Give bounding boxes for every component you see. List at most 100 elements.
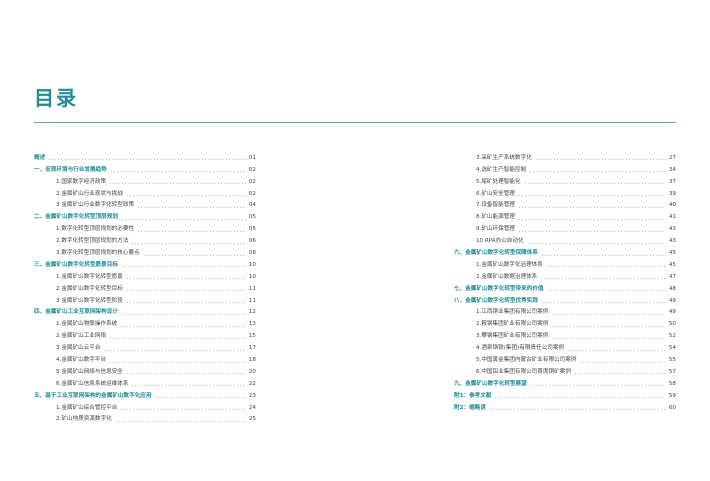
toc-subsection-entry[interactable]: 5.尾矿处理智能化 37 bbox=[454, 174, 676, 186]
toc-page-number: 52 bbox=[668, 333, 676, 340]
toc-subsection-entry[interactable]: 1.金属矿山数字化转型愿景 10 bbox=[34, 269, 256, 281]
toc-entry-label: 一、宏观环境与行业发展趋势 bbox=[34, 166, 107, 173]
toc-entry-label: 2.金属矿山工业网络 bbox=[56, 333, 107, 340]
toc-subsection-entry[interactable]: 2.矿山地质资源数字化 25 bbox=[34, 412, 256, 424]
toc-page-number: 02 bbox=[248, 178, 256, 185]
toc-entry-label: 1.金属矿山数字化治理体系 bbox=[476, 261, 543, 268]
toc-entry-label: 七、金属矿山数字化转型带来的价值 bbox=[454, 285, 544, 292]
toc-page-number: 20 bbox=[248, 368, 256, 375]
toc-section-entry[interactable]: 四、金属矿山工业互联网架构设计 12 bbox=[34, 305, 256, 317]
toc-subsection-entry[interactable]: 6.金属矿山信息系统运维体系 22 bbox=[34, 376, 256, 388]
toc-subsection-entry[interactable]: 1.金属矿山物联操作系统 13 bbox=[34, 316, 256, 328]
toc-entry-label: 1.金属矿山物联操作系统 bbox=[56, 321, 118, 328]
toc-entry-label: 六、金属矿山数字化转型保障体系 bbox=[454, 250, 538, 257]
toc-subsection-entry[interactable]: 9.矿山环保管理 43 bbox=[454, 221, 676, 233]
dot-leader bbox=[125, 373, 246, 375]
dot-leader bbox=[120, 313, 246, 315]
dot-leader bbox=[494, 397, 666, 399]
toc-subsection-entry[interactable]: 2.金属矿山行业现状与挑战 02 bbox=[34, 186, 256, 198]
toc-entry-label: 1.金属矿山综合管控平台 bbox=[56, 404, 118, 411]
dot-leader bbox=[120, 218, 246, 220]
toc-page-number: 08 bbox=[248, 250, 256, 257]
toc-subsection-entry[interactable]: 1.金属矿山数字化治理体系 45 bbox=[454, 257, 676, 269]
toc-subsection-entry[interactable]: 1.江西铜业集团有限公司案例 49 bbox=[454, 305, 676, 317]
toc-section-entry[interactable]: 概述 01 bbox=[34, 150, 256, 162]
toc-page-number: 23 bbox=[248, 392, 256, 399]
page-title: 目录 bbox=[34, 86, 78, 110]
dot-leader bbox=[523, 183, 666, 185]
toc-subsection-entry[interactable]: 4.酒泉钢铁(集团)有限责任公司案例 54 bbox=[454, 340, 676, 352]
dot-leader bbox=[125, 290, 246, 292]
toc-subsection-entry[interactable]: 2.鞍钢集团矿业有限公司案例 50 bbox=[454, 316, 676, 328]
toc-entry-label: 7.设备智能管理 bbox=[476, 202, 515, 209]
toc-entry-label: 五、基于工业互联网架构的金属矿山数字化应用 bbox=[34, 392, 152, 399]
toc-subsection-entry[interactable]: 1.国家数字经济政策 02 bbox=[34, 174, 256, 186]
toc-section-entry[interactable]: 五、基于工业互联网架构的金属矿山数字化应用 23 bbox=[34, 388, 256, 400]
toc-page-number: 10 bbox=[248, 273, 256, 280]
toc-page-number: 22 bbox=[248, 380, 256, 387]
toc-subsection-entry[interactable]: 2.金属矿山数据治理体系 47 bbox=[454, 269, 676, 281]
dot-leader bbox=[529, 171, 666, 173]
toc-page-number: 43 bbox=[668, 226, 676, 233]
toc-page-number: 18 bbox=[248, 357, 256, 364]
toc-section-entry[interactable]: 二、金属矿山数字化转型顶层规划 05 bbox=[34, 209, 256, 221]
title-divider bbox=[34, 122, 676, 123]
toc-subsection-entry[interactable]: 3.采矿生产系统数字化 27 bbox=[454, 150, 676, 162]
toc-page-number: 11 bbox=[248, 297, 256, 304]
dot-leader bbox=[540, 254, 666, 256]
toc-subsection-entry[interactable]: 4.选矿生产智能控制 34 bbox=[454, 162, 676, 174]
dot-leader bbox=[540, 302, 666, 304]
toc-entry-label: 4.选矿生产智能控制 bbox=[476, 166, 527, 173]
toc-subsection-entry[interactable]: 2.金属矿山工业网络 15 bbox=[34, 328, 256, 340]
toc-subsection-entry[interactable]: 7.设备智能管理 40 bbox=[454, 198, 676, 210]
dot-leader bbox=[120, 266, 246, 268]
toc-entry-label: 概述 bbox=[34, 154, 46, 161]
toc-entry-label: 3.金属矿山云平台 bbox=[56, 345, 101, 352]
toc-section-entry[interactable]: 一、宏观环境与行业发展趋势 02 bbox=[34, 162, 256, 174]
toc-page-number: 17 bbox=[248, 345, 256, 352]
toc-entry-label: 5.金属矿山网络与信息安全 bbox=[56, 368, 123, 375]
toc-subsection-entry[interactable]: 3.金属矿山云平台 17 bbox=[34, 340, 256, 352]
toc-subsection-entry[interactable]: 6.中国铝业集团有限公司首席铜矿案例 57 bbox=[454, 364, 676, 376]
toc-subsection-entry[interactable]: 6.矿山安全管理 39 bbox=[454, 186, 676, 198]
dot-leader bbox=[154, 397, 246, 399]
toc-entry-label: 6.金属矿山信息系统运维体系 bbox=[56, 380, 129, 387]
toc-right-column: 3.采矿生产系统数字化 27 4.选矿生产智能控制 34 5.尾矿处理智能化 37 6.矿山… bbox=[454, 150, 676, 412]
toc-section-entry[interactable]: 六、金属矿山数字化转型保障体系 45 bbox=[454, 245, 676, 257]
toc-section-entry[interactable]: 附1：参考文献 59 bbox=[454, 388, 676, 400]
toc-section-entry[interactable]: 七、金属矿山数字化转型带来的价值 48 bbox=[454, 281, 676, 293]
toc-subsection-entry[interactable]: 3.攀钢集团矿业有限公司案例 52 bbox=[454, 328, 676, 340]
toc-page-number: 60 bbox=[668, 404, 676, 411]
toc-subsection-entry[interactable]: 10.RPA办公自动化 43 bbox=[454, 233, 676, 245]
toc-subsection-entry[interactable]: 4.金属矿山数字平台 18 bbox=[34, 352, 256, 364]
toc-section-entry[interactable]: 九、金属矿山数字化转型展望 58 bbox=[454, 376, 676, 388]
toc-subsection-entry[interactable]: 2.金属矿山数字化转型目标 11 bbox=[34, 281, 256, 293]
toc-page-number: 01 bbox=[248, 154, 256, 161]
toc-page-number: 02 bbox=[248, 166, 256, 173]
toc-entry-label: 9.矿山环保管理 bbox=[476, 226, 515, 233]
dot-leader bbox=[517, 206, 666, 208]
toc-subsection-entry[interactable]: 2.数字化转型顶层规划的方法 06 bbox=[34, 233, 256, 245]
dot-leader bbox=[529, 385, 666, 387]
toc-section-entry[interactable]: 三、金属矿山数字化转型愿景目标 10 bbox=[34, 257, 256, 269]
toc-subsection-entry[interactable]: 3.金属矿山行业数字化转型政策 04 bbox=[34, 198, 256, 210]
toc-subsection-entry[interactable]: 5.金属矿山网络与信息安全 20 bbox=[34, 364, 256, 376]
toc-page-number: 25 bbox=[248, 416, 256, 423]
toc-subsection-entry[interactable]: 1.数字化转型顶层规划的必要性 05 bbox=[34, 221, 256, 233]
dot-leader bbox=[120, 325, 246, 327]
toc-page-number: 15 bbox=[248, 333, 256, 340]
toc-section-entry[interactable]: 八、金属矿山数字化转型优秀实践 49 bbox=[454, 293, 676, 305]
toc-subsection-entry[interactable]: 3.数字化转型顶层规划的核心要点 08 bbox=[34, 245, 256, 257]
toc-section-entry[interactable]: 附2：缩略语 60 bbox=[454, 400, 676, 412]
toc-entry-label: 6.矿山安全管理 bbox=[476, 190, 515, 197]
toc-subsection-entry[interactable]: 3.金属矿山数字化转型阶段 11 bbox=[34, 293, 256, 305]
toc-entry-label: 四、金属矿山工业互联网架构设计 bbox=[34, 309, 118, 316]
toc-page-number: 27 bbox=[668, 154, 676, 161]
dot-leader bbox=[573, 373, 666, 375]
toc-subsection-entry[interactable]: 5.中国黄金集团内蒙古矿业有限公司案例 55 bbox=[454, 352, 676, 364]
toc-page-number: 34 bbox=[668, 166, 676, 173]
toc-entry-label: 2.金属矿山行业现状与挑战 bbox=[56, 190, 123, 197]
toc-subsection-entry[interactable]: 1.金属矿山综合管控平台 24 bbox=[34, 400, 256, 412]
toc-subsection-entry[interactable]: 8.矿山能源管理 41 bbox=[454, 209, 676, 221]
dot-leader bbox=[109, 171, 246, 173]
